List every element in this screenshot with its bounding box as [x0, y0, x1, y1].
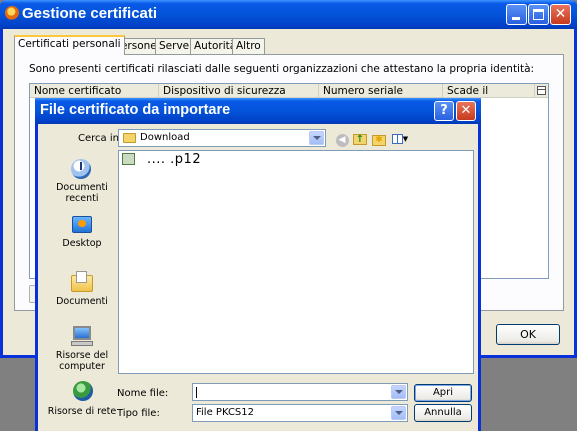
list-header: Nome certificato Dispositivo di sicurezz… [30, 84, 548, 98]
text-cursor [196, 387, 197, 398]
place-label-desktop: Desktop [62, 238, 102, 249]
column-scade-il[interactable]: Scade il [443, 84, 535, 98]
file-name-combo[interactable] [192, 383, 408, 401]
tab-certificati-personali[interactable]: Certificati personali [14, 35, 125, 55]
maximize-button[interactable] [528, 4, 549, 25]
place-documenti-recenti[interactable]: Documenti recenti [46, 156, 118, 210]
places-bar: Documenti recenti Desktop Documenti Riso… [46, 150, 118, 426]
my-computer-icon [70, 324, 96, 348]
dialog-close-button[interactable]: ✕ [456, 101, 476, 121]
place-desktop[interactable]: Desktop [46, 214, 118, 254]
place-documenti[interactable]: Documenti [46, 268, 118, 310]
column-nome-certificato[interactable]: Nome certificato [30, 84, 159, 98]
tab-altro[interactable]: Altro [232, 38, 265, 54]
minimize-icon [512, 17, 520, 20]
close-button[interactable]: ✕ [550, 4, 571, 25]
file-name: .... .p12 [147, 152, 202, 167]
look-in-label: Cerca in: [78, 133, 123, 144]
file-name-label: Nome file: [117, 388, 169, 399]
place-risorse-rete[interactable]: Risorse di rete [46, 380, 118, 422]
minimize-button[interactable] [506, 4, 527, 25]
open-button[interactable]: Apri [414, 384, 472, 402]
maximize-icon [533, 9, 544, 20]
look-in-value: Download [140, 132, 190, 143]
help-button[interactable]: ? [434, 101, 454, 121]
place-label-documents: Documenti [56, 296, 108, 307]
file-type-combo[interactable]: File PKCS12 [192, 404, 408, 422]
network-places-icon [70, 380, 96, 404]
view-menu-icon[interactable]: ▼ [390, 131, 410, 147]
window-title: Gestione certificati [22, 5, 158, 22]
back-icon[interactable]: ◀ [334, 131, 350, 147]
place-risorse-computer[interactable]: Risorse del computer [46, 324, 118, 372]
cancel-button[interactable]: Annulla [414, 404, 472, 422]
intro-text: Sono presenti certificati rilasciati dal… [29, 63, 535, 75]
place-label-recent: Documenti recenti [56, 182, 108, 204]
column-dispositivo[interactable]: Dispositivo di sicurezza [159, 84, 319, 98]
close-icon: ✕ [554, 6, 567, 22]
chevron-down-icon[interactable] [391, 406, 406, 420]
file-type-value: File PKCS12 [196, 407, 255, 418]
new-folder-icon[interactable]: ✱ [371, 131, 387, 147]
dialog-title: File certificato da importare [40, 102, 231, 118]
place-label-computer: Risorse del computer [55, 350, 109, 372]
chevron-down-icon[interactable] [391, 385, 406, 399]
dialog-title-bar[interactable]: File certificato da importare ? ✕ [35, 98, 481, 124]
title-bar[interactable]: Gestione certificati ✕ [0, 0, 577, 29]
look-in-combo[interactable]: Download [118, 129, 326, 147]
firefox-icon [5, 6, 19, 20]
my-documents-icon [70, 270, 96, 294]
ok-button[interactable]: OK [496, 324, 560, 345]
column-picker-icon[interactable] [537, 86, 546, 95]
file-type-label: Tipo file: [117, 408, 160, 419]
desktop-icon [70, 214, 96, 238]
up-folder-icon[interactable]: ↑ [352, 131, 368, 147]
place-label-network: Risorse di rete [47, 406, 117, 417]
certificate-file-icon [122, 153, 135, 165]
column-numero-seriale[interactable]: Numero seriale [319, 84, 443, 98]
file-list[interactable]: .... .p12 [118, 150, 474, 374]
recent-documents-icon [70, 156, 96, 180]
chevron-down-icon[interactable] [309, 131, 324, 145]
import-file-dialog: File certificato da importare ? ✕ Cerca … [35, 98, 481, 431]
folder-icon [123, 133, 136, 143]
close-icon: ✕ [460, 103, 472, 118]
